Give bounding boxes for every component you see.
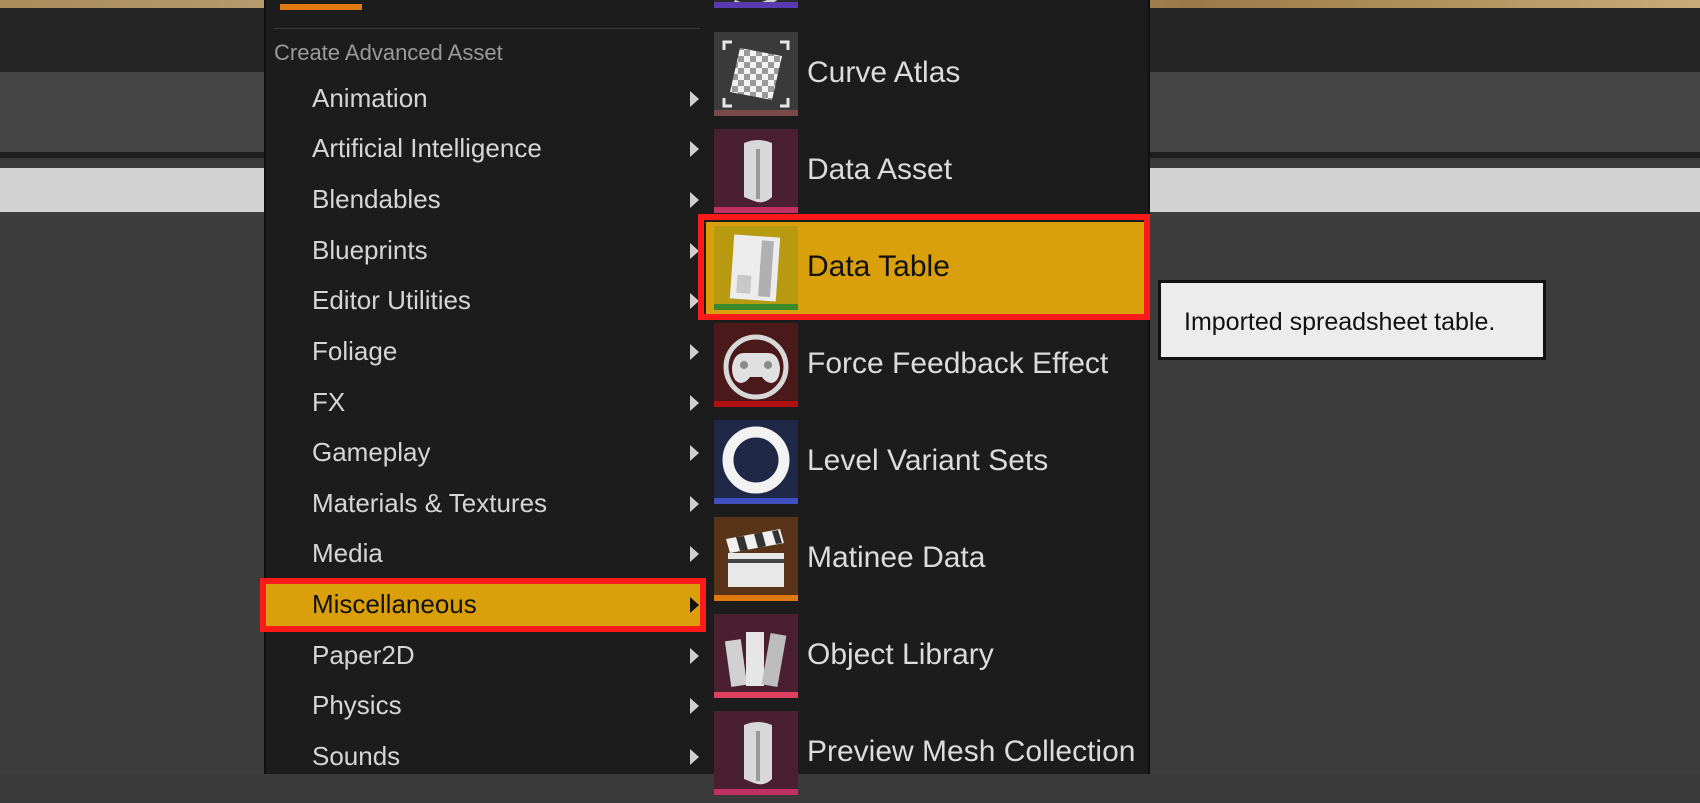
submenu-item-data-table[interactable]: Data Table bbox=[706, 222, 1148, 318]
submenu-item-label: Force Feedback Effect bbox=[807, 347, 1109, 380]
menu-item-fx[interactable]: FX bbox=[266, 379, 708, 425]
object-library-icon bbox=[714, 614, 798, 698]
level-variant-sets-icon bbox=[714, 420, 798, 504]
submenu-arrow-icon bbox=[690, 445, 699, 461]
menu-item-label: Paper2D bbox=[312, 640, 415, 670]
menu-item-label: FX bbox=[312, 387, 346, 417]
menu-item-label: Blendables bbox=[312, 184, 441, 214]
section-heading-create-advanced-asset: Create Advanced Asset bbox=[274, 40, 503, 65]
submenu-item-partial[interactable] bbox=[706, 0, 1148, 16]
submenu-item-object-library[interactable]: Object Library bbox=[706, 610, 1148, 706]
submenu-arrow-icon bbox=[690, 141, 699, 157]
menu-item-label: Editor Utilities bbox=[312, 285, 471, 315]
menu-item-editor-utilities[interactable]: Editor Utilities bbox=[266, 277, 708, 323]
tooltip-text: Imported spreadsheet table. bbox=[1184, 308, 1496, 336]
submenu-arrow-icon bbox=[690, 395, 699, 411]
submenu-arrow-icon bbox=[690, 91, 699, 107]
submenu-item-data-asset[interactable]: Data Asset bbox=[706, 125, 1148, 221]
menu-item-label: Foliage bbox=[312, 336, 398, 366]
menu-item-blueprints[interactable]: Blueprints bbox=[266, 227, 708, 273]
submenu-item-label: Preview Mesh Collection bbox=[807, 735, 1136, 768]
create-asset-menu: Create Advanced Asset Animation Artifici… bbox=[264, 0, 710, 774]
menu-item-label: Media bbox=[312, 538, 383, 568]
menu-item-gameplay[interactable]: Gameplay bbox=[266, 429, 708, 475]
submenu-item-force-feedback-effect[interactable]: Force Feedback Effect bbox=[706, 319, 1148, 415]
submenu-arrow-icon bbox=[690, 648, 699, 664]
menu-item-paper2d[interactable]: Paper2D bbox=[266, 632, 708, 678]
submenu-item-label: Object Library bbox=[807, 638, 994, 671]
submenu-item-preview-mesh-collection[interactable]: Preview Mesh Collection bbox=[706, 707, 1148, 803]
menu-item-label: Miscellaneous bbox=[312, 589, 477, 619]
force-feedback-icon bbox=[714, 323, 798, 407]
menu-item-sounds[interactable]: Sounds bbox=[266, 733, 708, 779]
menu-item-label: Sounds bbox=[312, 741, 401, 771]
menu-separator bbox=[274, 28, 700, 29]
data-asset-icon bbox=[714, 129, 798, 213]
submenu-item-label: Data Table bbox=[807, 250, 950, 283]
submenu-item-label: Curve Atlas bbox=[807, 56, 961, 89]
menu-item-blendables[interactable]: Blendables bbox=[266, 176, 708, 222]
submenu-arrow-icon bbox=[690, 243, 699, 259]
miscellaneous-submenu: Curve Atlas Data Asset Data Table Force … bbox=[706, 0, 1150, 795]
menu-item-label: Physics bbox=[312, 690, 402, 720]
submenu-arrow-icon bbox=[690, 749, 699, 765]
menu-accent-bar bbox=[280, 4, 362, 10]
submenu-item-label: Data Asset bbox=[807, 153, 953, 186]
submenu-item-curve-atlas[interactable]: Curve Atlas bbox=[706, 28, 1148, 124]
matinee-data-icon bbox=[714, 517, 798, 601]
preview-mesh-collection-icon bbox=[714, 711, 798, 795]
submenu-arrow-icon bbox=[690, 344, 699, 360]
tooltip: Imported spreadsheet table. bbox=[1158, 280, 1546, 360]
menu-item-label: Artificial Intelligence bbox=[312, 133, 542, 163]
submenu-arrow-icon bbox=[690, 192, 699, 208]
menu-item-animation[interactable]: Animation bbox=[266, 75, 708, 121]
submenu-item-matinee-data[interactable]: Matinee Data bbox=[706, 513, 1148, 609]
submenu-item-label: Matinee Data bbox=[807, 541, 986, 574]
submenu-arrow-icon bbox=[690, 597, 699, 613]
submenu-item-label: Level Variant Sets bbox=[807, 444, 1049, 477]
submenu-arrow-icon bbox=[690, 698, 699, 714]
data-table-icon bbox=[714, 226, 798, 310]
submenu-arrow-icon bbox=[690, 546, 699, 562]
menu-item-label: Gameplay bbox=[312, 437, 431, 467]
submenu-arrow-icon bbox=[690, 496, 699, 512]
menu-item-media[interactable]: Media bbox=[266, 530, 708, 576]
menu-item-foliage[interactable]: Foliage bbox=[266, 328, 708, 374]
menu-item-miscellaneous[interactable]: Miscellaneous bbox=[266, 581, 708, 627]
menu-item-label: Blueprints bbox=[312, 235, 428, 265]
menu-item-label: Materials & Textures bbox=[312, 488, 548, 518]
partial-asset-icon bbox=[714, 0, 798, 8]
submenu-item-level-variant-sets[interactable]: Level Variant Sets bbox=[706, 416, 1148, 512]
menu-item-label: Animation bbox=[312, 83, 428, 113]
curve-atlas-icon bbox=[714, 32, 798, 116]
submenu-arrow-icon bbox=[690, 293, 699, 309]
menu-item-physics[interactable]: Physics bbox=[266, 682, 708, 728]
menu-item-materials-textures[interactable]: Materials & Textures bbox=[266, 480, 708, 526]
menu-item-artificial-intelligence[interactable]: Artificial Intelligence bbox=[266, 125, 708, 171]
